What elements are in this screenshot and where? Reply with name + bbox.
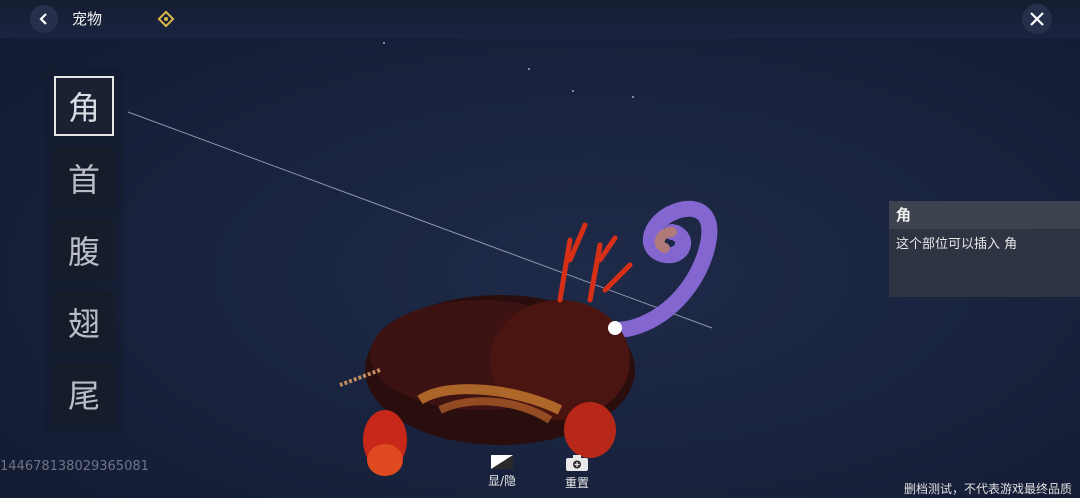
part-info-panel: 角 这个部位可以插入 角: [889, 201, 1080, 297]
pet-antlers: [557, 222, 633, 303]
toggle-visibility-button[interactable]: 显/隐: [482, 454, 522, 494]
close-icon: [1030, 12, 1044, 26]
part-head[interactable]: 首: [54, 148, 114, 208]
reset-button[interactable]: 重置: [557, 454, 597, 494]
test-disclaimer: 删档测试，不代表游戏最终品质: [903, 482, 1072, 496]
chevron-left-icon: [39, 13, 47, 25]
page-title: 宠物: [72, 10, 103, 28]
part-info-description: 这个部位可以插入 角: [896, 237, 1018, 252]
show-hide-icon: [491, 455, 513, 469]
camera-icon: [566, 455, 588, 471]
part-list: 角 首 腹 翅 尾: [44, 68, 124, 434]
part-info-title: 角: [889, 201, 1080, 229]
part-belly[interactable]: 腹: [54, 220, 114, 280]
part-wing[interactable]: 翅: [54, 292, 114, 352]
part-anchor-dot: [608, 321, 622, 335]
pet-leg: [564, 402, 616, 458]
close-button[interactable]: [1022, 4, 1052, 34]
part-tail[interactable]: 尾: [54, 364, 114, 424]
player-uid: 1446781380293650​81: [0, 459, 149, 474]
diamond-icon[interactable]: [157, 10, 175, 28]
back-button[interactable]: [30, 5, 58, 33]
toggle-visibility-label: 显/隐: [487, 474, 517, 488]
reset-label: 重置: [564, 476, 589, 490]
part-pointer-line: [127, 111, 713, 329]
pet-tail: [607, 200, 718, 338]
part-horn[interactable]: 角: [54, 76, 114, 136]
